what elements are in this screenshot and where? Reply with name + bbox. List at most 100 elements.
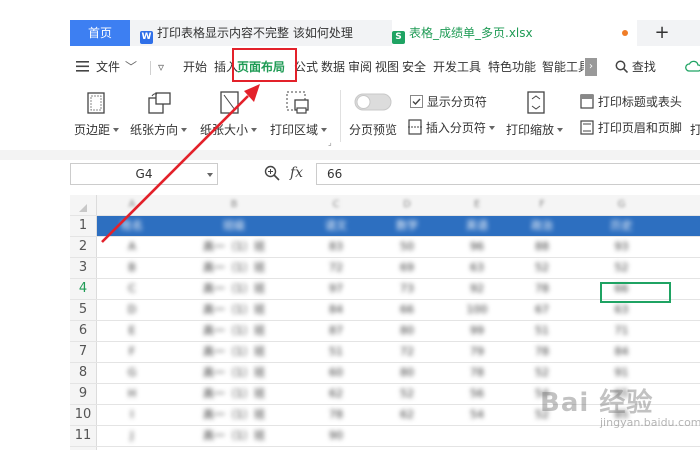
table-cell[interactable]: 71 [572, 321, 671, 341]
table-cell[interactable]: 高一（1）班 [168, 321, 300, 341]
menu-tab-smart-tools[interactable]: 智能工具 [542, 53, 584, 81]
row-number[interactable]: 1 [70, 216, 97, 236]
table-cell[interactable]: 54 [442, 405, 512, 425]
table-cell[interactable] [572, 426, 671, 446]
row-number[interactable]: 7 [70, 342, 97, 362]
table-cell[interactable]: 62 [300, 384, 372, 404]
column-header-a[interactable]: A [96, 195, 168, 215]
print-scale-button[interactable]: 打印缩放 [506, 121, 564, 138]
table-cell[interactable]: 97 [300, 279, 372, 299]
table-cell[interactable]: D [96, 300, 168, 320]
table-cell[interactable]: 78 [300, 405, 372, 425]
table-cell[interactable]: 78 [442, 363, 512, 383]
table-cell[interactable]: 78 [512, 342, 572, 362]
table-cell[interactable]: 84 [300, 300, 372, 320]
menu-file[interactable]: 文件 ﹀ [96, 53, 137, 81]
column-header-g[interactable]: G [572, 195, 671, 215]
menu-tab-home[interactable]: 开始 [183, 53, 207, 81]
table-cell[interactable]: 高一（1）班 [168, 426, 300, 446]
row-number[interactable]: 3 [70, 258, 97, 278]
table-cell[interactable]: 高一（1）班 [168, 279, 300, 299]
table-cell[interactable]: 52 [512, 258, 572, 278]
table-cell[interactable]: 高一（1）班 [168, 342, 300, 362]
table-cell[interactable]: 100 [442, 300, 512, 320]
tab-home[interactable]: 首页 [70, 20, 130, 46]
table-cell[interactable]: 高一（1）班 [168, 363, 300, 383]
column-header-f[interactable]: F [512, 195, 572, 215]
row-number[interactable]: 8 [70, 363, 97, 383]
table-header-cell[interactable]: 英语 [442, 216, 512, 236]
row-number[interactable]: 9 [70, 384, 97, 404]
show-page-breaks-checkbox[interactable]: 显示分页符 [410, 93, 487, 110]
table-cell[interactable]: 80 [372, 321, 442, 341]
menu-tab-formulas[interactable]: 公式 [294, 53, 318, 81]
table-cell[interactable]: 96 [442, 237, 512, 257]
table-cell[interactable]: 79 [442, 342, 512, 362]
table-cell[interactable]: 88 [512, 237, 572, 257]
table-cell[interactable]: A [96, 237, 168, 257]
print-more-button[interactable]: 打 [690, 121, 700, 138]
name-box[interactable]: G4 [70, 163, 218, 185]
row-number[interactable]: 4 [70, 279, 97, 299]
menu-tab-view[interactable]: 视图 [375, 53, 399, 81]
scroll-right-icon[interactable]: › [585, 58, 597, 76]
table-cell[interactable]: 73 [372, 279, 442, 299]
table-header-cell[interactable]: 历史 [572, 216, 671, 236]
fx-icon[interactable]: fx [290, 165, 303, 181]
table-cell[interactable]: J [96, 426, 168, 446]
header-footer-button[interactable]: 打印页眉和页脚 [580, 119, 682, 136]
table-cell[interactable]: 67 [512, 300, 572, 320]
table-cell[interactable]: B [96, 258, 168, 278]
formula-input[interactable]: 66 [316, 163, 700, 185]
table-cell[interactable]: 92 [442, 279, 512, 299]
table-cell[interactable]: 72 [372, 342, 442, 362]
table-cell[interactable] [372, 426, 442, 446]
group-launcher-icon[interactable]: ⌟ [328, 138, 332, 147]
row-number[interactable]: 6 [70, 321, 97, 341]
table-cell[interactable]: 80 [372, 363, 442, 383]
menu-tab-review[interactable]: 审阅 [348, 53, 372, 81]
table-cell[interactable]: G [96, 363, 168, 383]
table-cell[interactable]: I [96, 405, 168, 425]
table-cell[interactable]: 60 [300, 363, 372, 383]
table-cell[interactable]: 50 [372, 237, 442, 257]
table-cell[interactable]: 高一（1）班 [168, 405, 300, 425]
print-area-button[interactable]: 打印区域 [270, 121, 328, 138]
table-cell[interactable] [442, 426, 512, 446]
zoom-search-icon[interactable] [264, 165, 280, 184]
table-cell[interactable]: 高一（1）班 [168, 237, 300, 257]
column-header-b[interactable]: B [168, 195, 300, 215]
cloud-sync-icon[interactable] [685, 53, 700, 81]
table-cell[interactable]: 52 [572, 258, 671, 278]
row-number[interactable]: 10 [70, 405, 97, 425]
quick-access-dropdown-icon[interactable]: ▿ [158, 53, 164, 81]
column-header-e[interactable]: E [442, 195, 512, 215]
select-all-corner[interactable] [70, 195, 97, 215]
table-header-cell[interactable]: 姓名 [96, 216, 168, 236]
row-number[interactable]: 2 [70, 237, 97, 257]
table-cell[interactable]: 72 [300, 258, 372, 278]
table-cell[interactable]: 84 [572, 342, 671, 362]
tab-excel-document[interactable]: S 表格_成绩单_多页.xlsx [392, 20, 637, 46]
table-header-cell[interactable]: 班级 [168, 216, 300, 236]
table-cell[interactable]: 高一（1）班 [168, 300, 300, 320]
table-cell[interactable]: 90 [300, 426, 372, 446]
table-cell[interactable] [512, 426, 572, 446]
table-cell[interactable]: 52 [512, 363, 572, 383]
table-cell[interactable]: E [96, 321, 168, 341]
print-titles-button[interactable]: 打印标题或表头 [580, 93, 682, 110]
table-cell[interactable]: 51 [512, 321, 572, 341]
table-header-cell[interactable]: 政治 [512, 216, 572, 236]
table-cell[interactable]: F [96, 342, 168, 362]
insert-page-break-button[interactable]: 插入分页符 [408, 119, 495, 136]
table-cell[interactable]: 56 [442, 384, 512, 404]
tab-word-document[interactable]: W 打印表格显示内容不完整 该如何处理 [140, 20, 385, 46]
table-header-cell[interactable]: 数学 [372, 216, 442, 236]
table-cell[interactable]: C [96, 279, 168, 299]
table-cell[interactable]: 93 [572, 237, 671, 257]
row-number[interactable]: 5 [70, 300, 97, 320]
table-cell[interactable]: 51 [300, 342, 372, 362]
table-cell[interactable]: 高一（1）班 [168, 384, 300, 404]
table-cell[interactable]: 91 [572, 363, 671, 383]
column-header-c[interactable]: C [300, 195, 372, 215]
